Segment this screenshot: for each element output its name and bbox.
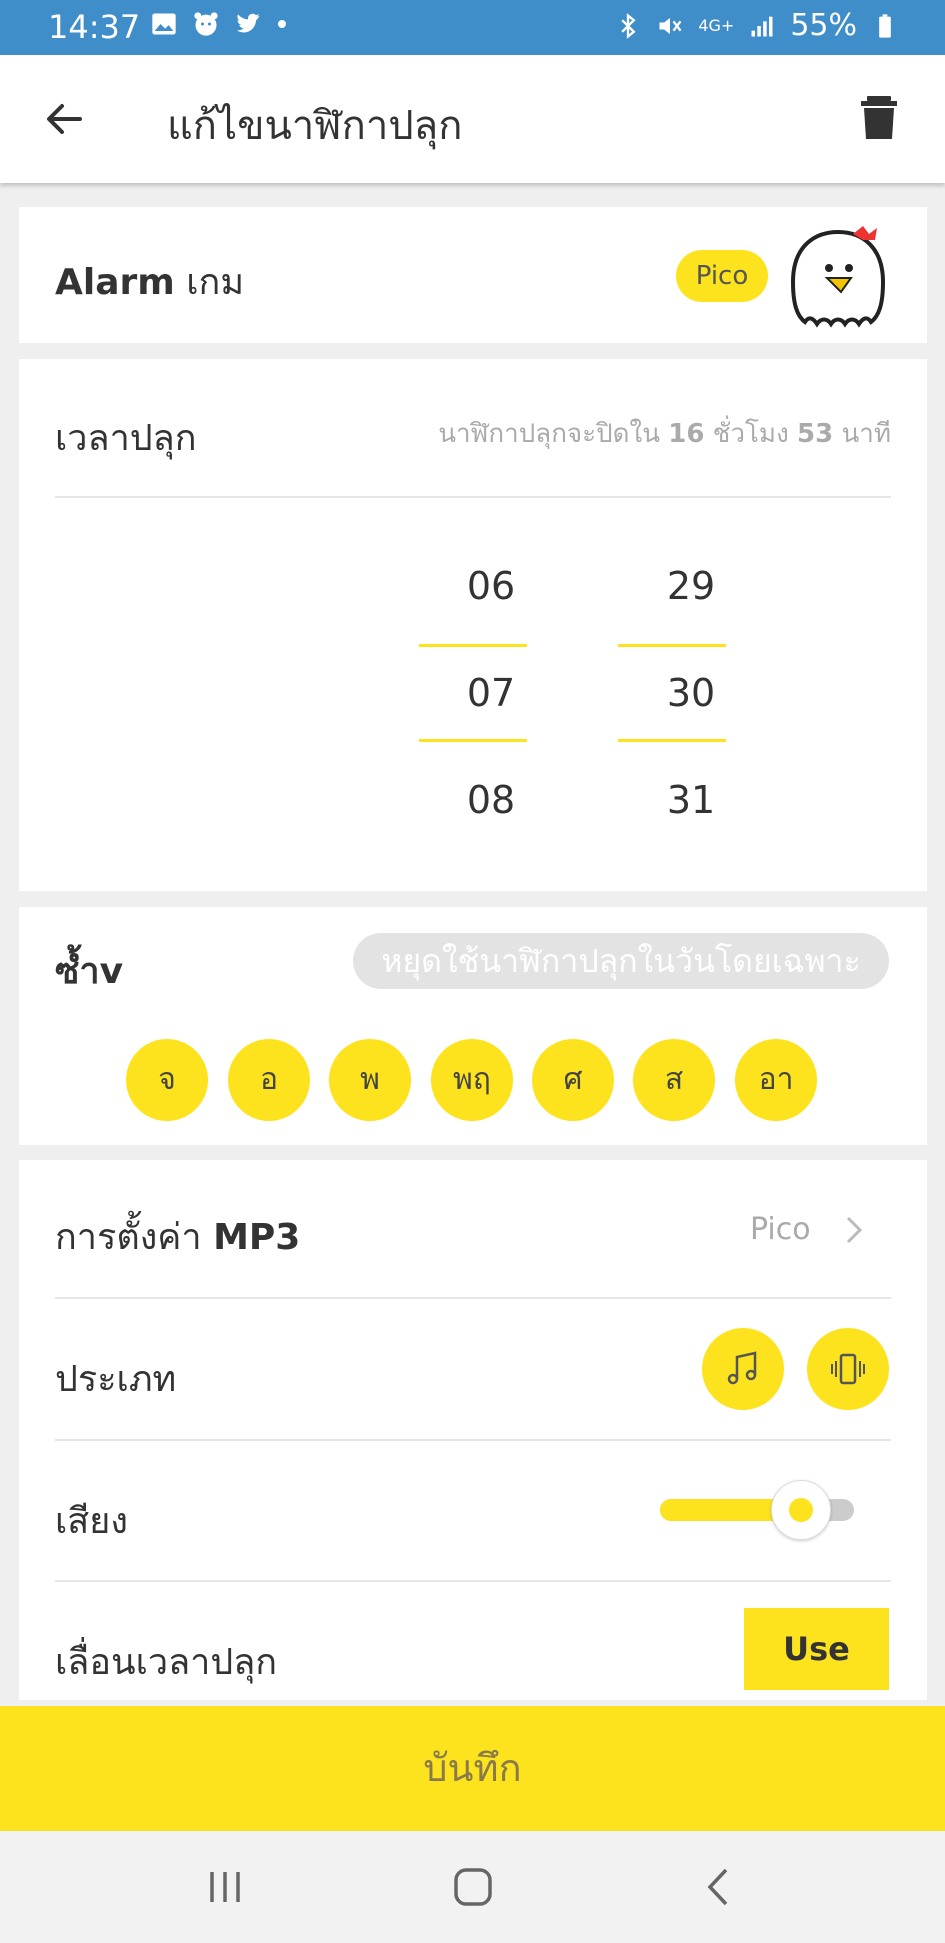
game-label-prefix: Alarm [55, 262, 175, 303]
battery-percent: 55% [790, 8, 857, 43]
divider [55, 496, 891, 498]
status-bar: 14:37 4G+ 55% [0, 0, 945, 55]
settings-card: การตั้งค่า MP3 Pico ประเภท เสียง เลื่อนเ… [19, 1160, 927, 1700]
sound-type-button[interactable] [702, 1328, 784, 1410]
status-time: 14:37 [48, 8, 141, 46]
day-thursday[interactable]: พฤ [431, 1039, 513, 1121]
alarm-time-label: เวลาปลุก [55, 418, 197, 459]
dot-icon [278, 20, 286, 28]
type-label: ประเภท [55, 1359, 177, 1400]
volume-slider-thumb[interactable] [770, 1480, 831, 1540]
snooze-label: เลื่อนเวลาปลุก [55, 1642, 278, 1683]
system-nav-bar [0, 1831, 945, 1943]
page-title: แก้ไขนาฬิกาปลุก [167, 103, 463, 149]
time-card: เวลาปลุก นาฬิกาปลุกจะปิดใน 16 ชั่วโมง 53… [19, 359, 927, 891]
mp3-label: การตั้งค่า MP3 [55, 1208, 300, 1265]
recent-apps-icon[interactable] [200, 1864, 250, 1910]
vibrate-icon [831, 1353, 865, 1385]
hour-selection-line-bottom [419, 739, 527, 742]
mute-icon [659, 17, 682, 34]
trash-icon[interactable] [859, 93, 899, 141]
volume-slider[interactable] [660, 1480, 854, 1540]
day-friday[interactable]: ศ [532, 1039, 614, 1121]
network-4g-icon: 4G+ [698, 15, 735, 35]
game-label: Alarm เกม [55, 253, 244, 310]
pause-specific-days-button[interactable]: หยุดใช้นาฬิกาปลุกในวันโดยเฉพาะ [353, 933, 889, 989]
hour-selection-line-top [419, 644, 527, 647]
game-label-suffix: เกม [186, 262, 245, 303]
chevron-right-icon [846, 1216, 863, 1244]
snooze-use-button[interactable]: Use [744, 1608, 889, 1690]
mascot-icon [790, 226, 886, 328]
mp3-label-prefix: การตั้งค่า [55, 1217, 202, 1258]
hour-option-selected[interactable]: 07 [436, 671, 546, 715]
music-note-icon [727, 1351, 757, 1385]
day-monday[interactable]: จ [126, 1039, 208, 1121]
image-icon [152, 13, 176, 35]
repeat-card: ซ้ำv หยุดใช้นาฬิกาปลุกในวันโดยเฉพาะ จ อ … [19, 907, 927, 1145]
mp3-label-suffix: MP3 [213, 1217, 301, 1258]
home-icon[interactable] [448, 1864, 498, 1910]
repeat-label: ซ้ำv [55, 951, 124, 992]
countdown-prefix: นาฬิกาปลุกจะปิดใน [438, 419, 660, 449]
back-arrow-icon[interactable] [40, 95, 88, 143]
countdown-hours: 16 [668, 419, 705, 449]
countdown-minutes: 53 [797, 419, 834, 449]
day-wednesday[interactable]: พ [329, 1039, 411, 1121]
alarm-app-icon [194, 12, 218, 36]
minute-option[interactable]: 29 [636, 564, 746, 608]
day-saturday[interactable]: ส [633, 1039, 715, 1121]
day-sunday[interactable]: อา [735, 1039, 817, 1121]
battery-icon [879, 13, 891, 38]
mp3-value: Pico [750, 1212, 811, 1247]
divider [55, 1297, 891, 1299]
minute-selection-line-top [618, 644, 726, 647]
countdown-text: นาฬิกาปลุกจะปิดใน 16 ชั่วโมง 53 นาที [438, 413, 891, 454]
hour-option[interactable]: 08 [436, 778, 546, 822]
day-tuesday[interactable]: อ [228, 1039, 310, 1121]
divider [55, 1439, 891, 1441]
sound-label: เสียง [55, 1501, 128, 1542]
countdown-minutes-unit: นาที [841, 419, 891, 449]
minute-option-selected[interactable]: 30 [636, 671, 746, 715]
game-card[interactable]: Alarm เกม Pico [19, 207, 927, 343]
game-badge[interactable]: Pico [676, 250, 768, 302]
save-button[interactable]: บันทึก [0, 1706, 945, 1831]
minute-selection-line-bottom [618, 739, 726, 742]
divider [55, 1580, 891, 1582]
bluetooth-icon [621, 12, 636, 39]
vibrate-type-button[interactable] [807, 1328, 889, 1410]
hour-option[interactable]: 06 [436, 564, 546, 608]
minute-option[interactable]: 31 [636, 778, 746, 822]
countdown-hours-unit: ชั่วโมง [712, 419, 789, 449]
app-header: แก้ไขนาฬิกาปลุก [0, 55, 945, 183]
signal-icon [751, 16, 773, 36]
back-nav-icon[interactable] [694, 1864, 744, 1910]
twitter-icon [236, 13, 260, 33]
